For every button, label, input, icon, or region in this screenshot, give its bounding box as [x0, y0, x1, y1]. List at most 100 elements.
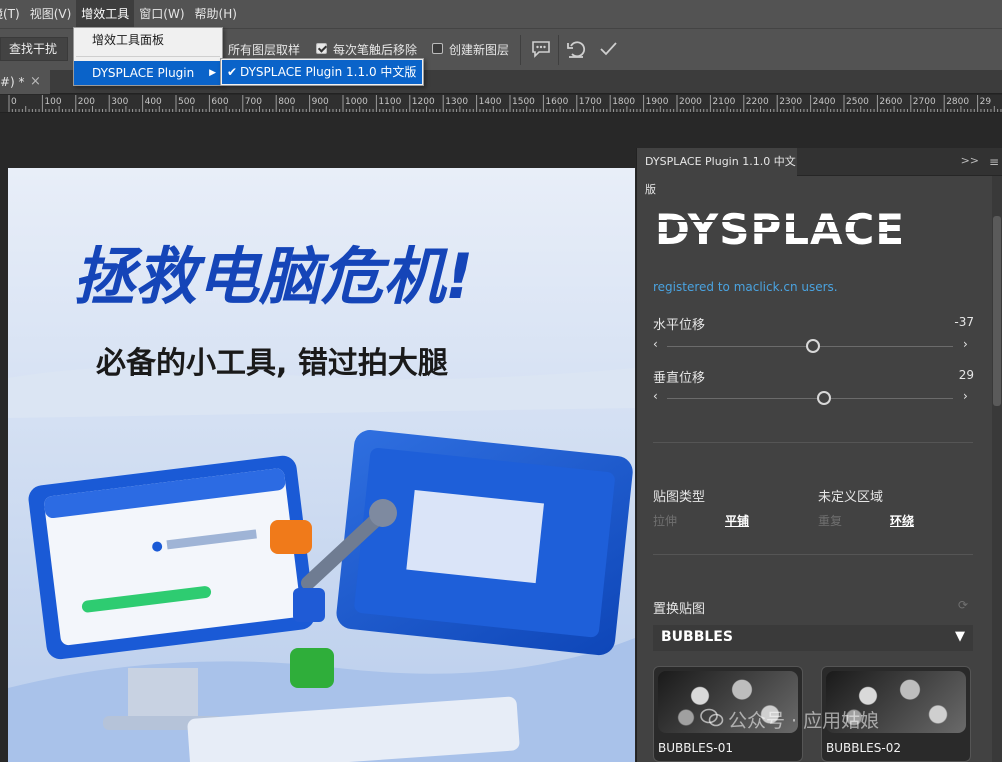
plugins-dropdown: 增效工具面板 DYSPLACE Plugin ▶: [73, 27, 223, 86]
horizontal-increase-icon[interactable]: ›: [963, 337, 968, 351]
undo-icon[interactable]: [565, 38, 587, 60]
menu-plugins[interactable]: 增效工具: [76, 0, 135, 28]
remove-after-stroke-label: 每次笔触后移除: [333, 43, 418, 57]
menu-window[interactable]: 窗口(W): [134, 0, 189, 28]
submenu-arrow-icon: ▶: [209, 68, 216, 78]
horizontal-offset-value[interactable]: -37: [954, 315, 974, 329]
map-thumbnail-label: BUBBLES-01: [658, 741, 733, 755]
ruler-label: 500: [178, 97, 196, 107]
panel-title[interactable]: DYSPLACE Plugin 1.1.0 中文版: [637, 148, 797, 196]
map-type-tile[interactable]: 平铺: [725, 512, 749, 529]
options-separator: [520, 35, 521, 65]
ruler-label: 1300: [445, 97, 469, 107]
ruler-label: 200: [77, 97, 95, 107]
undefined-area-repeat[interactable]: 重复: [818, 512, 842, 529]
vertical-offset-track[interactable]: [667, 398, 953, 399]
ruler-label: 300: [111, 97, 129, 107]
ruler-label: 800: [278, 97, 296, 107]
vertical-offset-label: 垂直位移: [653, 371, 706, 386]
panel-scrollbar-thumb[interactable]: [993, 216, 1001, 406]
create-new-layer-checkbox[interactable]: [432, 43, 443, 54]
map-type-label: 贴图类型: [653, 490, 706, 505]
refresh-icon[interactable]: ⟳: [958, 598, 968, 612]
dysplace-logo: DYSPLACE: [653, 206, 973, 250]
ruler-label: 700: [244, 97, 262, 107]
options-separator-2: [558, 35, 559, 65]
watermark-text: 公众号 · 应用姑娘: [728, 710, 880, 732]
dysplace-submenu: ✔ DYSPLACE Plugin 1.1.0 中文版: [220, 58, 424, 86]
ruler-label: 1900: [645, 97, 669, 107]
ruler-label: 600: [211, 97, 229, 107]
vertical-decrease-icon[interactable]: ‹: [653, 389, 658, 403]
ruler-label: 29: [979, 97, 992, 107]
ruler-label: 1400: [478, 97, 502, 107]
ruler-label: 2100: [712, 97, 736, 107]
menu-divider: [76, 56, 220, 57]
panel-header: DYSPLACE Plugin 1.1.0 中文版 >> ≡: [637, 148, 1002, 196]
panel-menu-icon[interactable]: ≡: [989, 155, 999, 169]
map-thumbnail-label: BUBBLES-02: [826, 741, 901, 755]
section-divider: [653, 442, 973, 443]
ruler-label: 2700: [912, 97, 936, 107]
ruler-label: 2300: [779, 97, 803, 107]
menu-dysplace-version-label: DYSPLACE Plugin 1.1.0 中文版: [240, 65, 417, 79]
poster-headline: 拯救电脑危机!: [73, 240, 473, 313]
svg-text:DYSPLACE: DYSPLACE: [655, 206, 905, 250]
panel-scrollbar[interactable]: [992, 176, 1002, 762]
document-tab[interactable]: #) * ×: [0, 70, 50, 94]
ruler-label: 1700: [578, 97, 602, 107]
comment-icon[interactable]: [530, 38, 552, 60]
check-icon: ✔: [227, 65, 238, 79]
ruler-label: 1000: [345, 97, 368, 107]
collapse-panel-icon[interactable]: >>: [961, 154, 979, 167]
ruler-label: 2500: [846, 97, 869, 107]
menu-dysplace-version[interactable]: ✔ DYSPLACE Plugin 1.1.0 中文版: [222, 60, 422, 84]
menu-plugins-panel[interactable]: 增效工具面板: [74, 28, 222, 52]
displacement-map-value: BUBBLES: [661, 629, 733, 645]
horizontal-ruler[interactable]: 0 100 200 300 400 500 600 700 800 900 1000 1100 1200…: [0, 95, 1002, 113]
ruler-label: 1600: [545, 97, 569, 107]
dropdown-arrow-icon: ▼: [955, 629, 965, 644]
ruler-label: 2200: [745, 97, 769, 107]
poster-artwork: 拯救电脑危机! 必备的小工具, 错过拍大腿: [8, 168, 635, 762]
document-canvas[interactable]: 拯救电脑危机! 必备的小工具, 错过拍大腿: [8, 168, 635, 762]
menu-filter[interactable]: 滤镜(T): [0, 0, 25, 28]
menu-help[interactable]: 帮助(H): [190, 0, 242, 28]
displacement-map-select[interactable]: BUBBLES ▼: [653, 625, 973, 651]
undefined-area-wrap[interactable]: 环绕: [890, 512, 914, 529]
menubar: 滤镜(T) 视图(V) 增效工具 窗口(W) 帮助(H): [0, 0, 1002, 28]
menu-dysplace-plugin[interactable]: DYSPLACE Plugin ▶: [74, 61, 222, 85]
poster-subline: 必备的小工具, 错过拍大腿: [96, 346, 448, 381]
horizontal-offset-thumb[interactable]: [805, 339, 820, 353]
ruler-label: 900: [311, 97, 329, 107]
ruler-label: 2000: [679, 97, 702, 107]
document-tab-title: #) *: [0, 75, 25, 89]
ruler-label: 1800: [612, 97, 636, 107]
ruler-label: 1500: [512, 97, 535, 107]
create-new-layer-label: 创建新图层: [449, 43, 510, 57]
menu-view[interactable]: 视图(V): [25, 0, 77, 28]
vertical-offset-thumb[interactable]: [817, 391, 832, 405]
dysplace-panel: DYSPLACE Plugin 1.1.0 中文版 >> ≡ DYSPLACE …: [636, 148, 1002, 762]
ruler-label: 2400: [812, 97, 836, 107]
horizontal-offset-label: 水平位移: [653, 318, 706, 333]
sample-all-layers-label: 所有图层取样: [228, 43, 301, 57]
vertical-offset-value[interactable]: 29: [959, 368, 974, 382]
ruler-label: 400: [144, 97, 162, 107]
undefined-area-label: 未定义区域: [818, 490, 884, 505]
horizontal-decrease-icon[interactable]: ‹: [653, 337, 658, 351]
map-type-stretch[interactable]: 拉伸: [653, 512, 677, 529]
wechat-icon: [700, 708, 724, 727]
remove-after-stroke-checkbox[interactable]: [316, 43, 327, 54]
ruler-label: 100: [44, 97, 62, 107]
displacement-map-label: 置换贴图: [653, 602, 706, 617]
registration-note: registered to maclick.cn users.: [653, 280, 838, 294]
ruler-label: 2800: [946, 97, 970, 107]
close-icon[interactable]: ×: [30, 70, 41, 94]
vertical-increase-icon[interactable]: ›: [963, 389, 968, 403]
ruler-label: 1100: [378, 97, 402, 107]
section-divider-2: [653, 554, 973, 555]
commit-check-icon[interactable]: [597, 38, 619, 60]
tool-mode-select[interactable]: 查找干扰: [0, 37, 68, 61]
menu-dysplace-label: DYSPLACE Plugin: [92, 66, 195, 80]
